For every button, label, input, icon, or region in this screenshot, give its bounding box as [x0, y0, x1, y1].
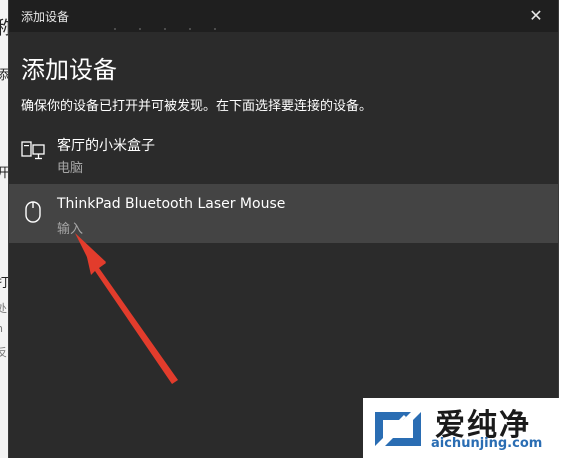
- device-name: ThinkPad Bluetooth Laser Mouse: [57, 196, 286, 212]
- device-type: 电脑: [57, 161, 84, 176]
- watermark-url: aichunjing.com: [431, 436, 543, 451]
- title-bar: 添加设备 ✕: [9, 0, 558, 32]
- page-description: 确保你的设备已打开并可被发现。在下面选择要连接的设备。: [21, 99, 373, 114]
- add-device-dialog: 添加设备 ✕ 添加设备 确保你的设备已打开并可被发现。在下面选择要连接的设备。 …: [8, 0, 559, 458]
- close-button[interactable]: ✕: [524, 5, 548, 27]
- mouse-icon: [25, 201, 41, 223]
- device-item-mouse[interactable]: ThinkPad Bluetooth Laser Mouse 输入: [9, 184, 558, 243]
- background-text: n: [0, 322, 3, 335]
- background-text: 处: [0, 302, 7, 315]
- computer-icon: [21, 141, 45, 160]
- page-title: 添加设备: [21, 56, 117, 84]
- device-type: 输入: [57, 222, 84, 237]
- background-text: 反: [0, 346, 7, 359]
- device-item-computer[interactable]: 客厅的小米盒子 电脑: [9, 123, 558, 182]
- site-watermark: 爱纯净 aichunjing.com: [363, 398, 564, 458]
- brand-logo-icon: [375, 412, 421, 446]
- window-title: 添加设备: [21, 10, 70, 24]
- device-name: 客厅的小米盒子: [57, 138, 155, 154]
